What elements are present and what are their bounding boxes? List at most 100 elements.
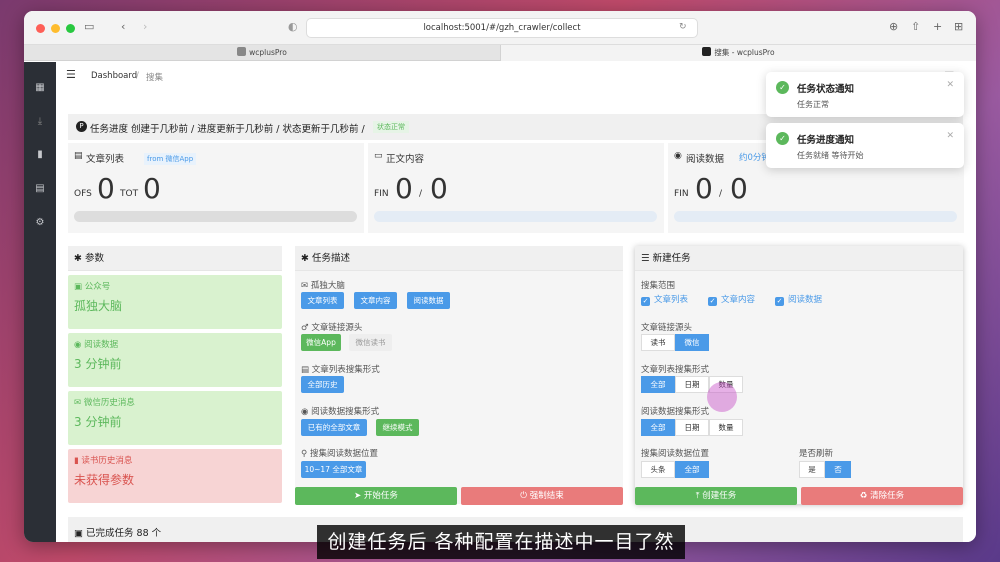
forward-icon[interactable]: › [143,20,147,34]
address-bar[interactable]: localhost:5001/#/gzh_crawler/collect [306,18,698,38]
check-icon: ✓ [708,297,717,306]
new-tab-icon[interactable]: + [933,20,942,34]
clear-task-button[interactable]: ♻ 清除任务 [801,487,963,505]
listmode-opt[interactable]: 日期 [675,376,709,393]
back-icon[interactable]: ‹ [121,20,125,34]
pos-opt[interactable]: 全部 [675,461,709,478]
scope-checkbox[interactable]: ✓ 文章内容 [708,293,755,306]
tab-collect[interactable]: 搜集 - wcplusPro [500,45,976,61]
stat-article-list: ▤ 文章列表 from 微信App OFS 0 TOT 0 [68,143,364,233]
param-card: ◉ 阅读数据 3 分钟前 [68,333,282,387]
stat-separator: / [419,189,423,199]
panel-title: 任务描述 [312,253,351,264]
browser-toolbar: ▭ ‹ › ◐ localhost:5001/#/gzh_crawler/col… [24,11,976,45]
source-badge: from 微信App [144,153,197,165]
listmode-opt[interactable]: 全部 [641,376,675,393]
source-opt[interactable]: 微信 [675,334,709,351]
params-panel: ✱ 参数 ▣ 公众号 孤独大脑 ◉ 阅读数据 3 分钟前 ✉ 微信历史消息 3 … [68,246,282,506]
panel-title: 新建任务 [652,253,691,264]
desc-opt[interactable]: 10~17 全部文章 [301,461,366,478]
scope-checkbox[interactable]: ✓ 阅读数据 [775,293,822,306]
sidebar-toggle-icon[interactable]: ▭ [84,20,94,34]
toast-title: 任务进度通知 [797,135,855,146]
check-circle-icon: ✓ [776,81,789,94]
chart-icon[interactable]: ▮ [24,149,56,160]
stat-value: 0 [695,172,713,205]
read-mode-label: ◉ 阅读数据搜集形式 [301,407,380,417]
list-icon: ▤ [74,151,83,161]
create-task-button[interactable]: ⤒ 创建任务 [635,487,797,505]
app-favicon-icon [702,47,712,56]
desc-opt[interactable]: 已有的全部文章 [301,419,367,436]
reload-icon[interactable]: ↻ [679,20,687,34]
bug-icon: ✱ [74,253,82,264]
new-task-panel: ☰ 新建任务 搜集范围 ✓ 文章列表 ✓ 文章内容 ✓ 阅读数据 文章链接源头 读书 … [635,246,963,504]
param-label: ▣ 公众号 [74,282,111,292]
desc-opt[interactable]: 文章列表 [301,292,344,309]
tab-wcpluspro[interactable]: wcplusPro [24,45,500,61]
toast-body: 任务正常 [797,100,829,109]
pos-opt[interactable]: 头条 [641,461,675,478]
cursor-highlight [707,382,737,412]
position-label: 搜集阅读数据位置 [641,449,710,459]
check-circle-icon: ✓ [776,132,789,145]
list-mode-label: ▤ 文章列表搜集形式 [301,365,380,375]
desc-opt[interactable]: 文章内容 [354,292,397,309]
toast-body: 任务就绪 等待开始 [797,151,864,160]
minimize-window-button[interactable] [51,24,60,33]
desc-opt[interactable]: 继续模式 [376,419,419,436]
share-icon[interactable]: ⇧ [911,20,920,34]
param-label: ◉ 阅读数据 [74,340,119,350]
stat-label: OFS [74,189,92,199]
readmode-opt[interactable]: 数量 [709,419,743,436]
progress-icon: P [76,121,87,132]
clipboard-icon[interactable]: ▤ [24,183,56,194]
stat-value: 0 [730,172,748,205]
breadcrumb-current: 搜集 [146,73,164,83]
refresh-opt[interactable]: 是 [799,461,825,478]
close-icon[interactable]: ✕ [946,131,954,141]
account-label: ✉ 孤独大脑 [301,281,345,291]
param-card: ▣ 公众号 孤独大脑 [68,275,282,329]
param-label: ▮ 读书历史消息 [74,456,133,466]
toast-status: ✓ 任务状态通知 任务正常 ✕ [766,72,964,117]
readmode-opt[interactable]: 日期 [675,419,709,436]
desc-opt[interactable]: 微信读书 [349,334,392,351]
panel-title: 参数 [85,253,105,264]
zoom-window-button[interactable] [66,24,75,33]
scope-checkbox[interactable]: ✓ 文章列表 [641,293,688,306]
menu-toggle-icon[interactable]: ☰ [66,68,76,81]
stat-title: 文章列表 [86,154,125,165]
stat-label: TOT [120,189,139,199]
desc-opt[interactable]: 全部历史 [301,376,344,393]
privacy-shield-icon[interactable]: ◐ [288,20,298,34]
list-mode-label: 文章列表搜集形式 [641,365,710,375]
w-favicon-icon [237,47,247,56]
settings-icon[interactable]: ⚙ [24,217,56,228]
params-header: ✱ 参数 [68,246,282,271]
readmode-opt[interactable]: 全部 [641,419,675,436]
force-stop-button[interactable]: ⏻ 强制结束 [461,487,623,505]
download-icon[interactable]: ⊕ [889,20,898,34]
scope-label: 搜集范围 [641,281,676,291]
desc-opt[interactable]: 阅读数据 [407,292,450,309]
refresh-opt[interactable]: 否 [825,461,851,478]
desc-opt[interactable]: 微信App [301,334,341,351]
source-label: ♂ 文章链接源头 [301,323,363,333]
download-nav-icon[interactable]: ⤓ [24,116,56,127]
breadcrumb-home[interactable]: Dashboard [91,71,137,81]
check-icon: ✓ [775,297,784,306]
progress-title: 任务进度 创建于几秒前 / 进度更新于几秒前 / 状态更新于几秒前 / [90,124,365,135]
tab-label: wcplusPro [249,48,287,57]
completed-title: ▣ 已完成任务 88 个 [74,528,162,539]
param-card: ✉ 微信历史消息 3 分钟前 [68,391,282,445]
tab-overview-icon[interactable]: ⊞ [954,20,963,34]
stat-body-content: ▭ 正文内容 FIN 0 / 0 [368,143,664,233]
start-task-button[interactable]: ➤ 开始任务 [295,487,457,505]
stat-title: 阅读数据 [686,154,725,165]
dashboard-icon[interactable]: ▦ [24,82,56,93]
close-icon[interactable]: ✕ [946,80,954,90]
create-header: ☰ 新建任务 [635,246,963,271]
source-opt[interactable]: 读书 [641,334,675,351]
close-window-button[interactable] [36,24,45,33]
